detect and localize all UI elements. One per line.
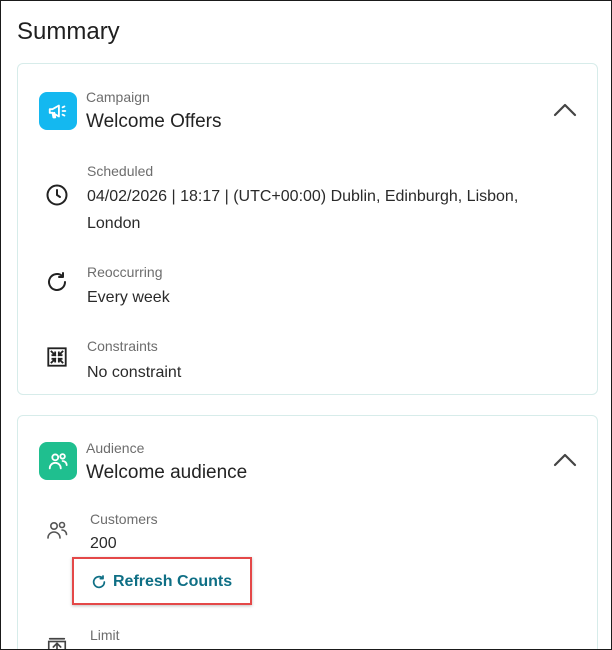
limit-label: Limit: [90, 627, 120, 643]
constraints-label: Constraints: [87, 338, 158, 354]
audience-title: Welcome audience: [86, 462, 248, 483]
page-title: Summary: [17, 18, 120, 45]
reoccurring-value: Every week: [87, 289, 170, 306]
compress-icon: [44, 344, 70, 370]
campaign-kicker: Campaign: [86, 89, 150, 105]
refresh-counts-button[interactable]: Refresh Counts: [91, 573, 232, 591]
scheduled-value: 04/02/2026 | 18:17 | (UTC+00:00) Dublin,…: [87, 188, 519, 232]
customers-icon: [44, 517, 70, 543]
audience-kicker: Audience: [86, 440, 145, 456]
refresh-counts-icon: [92, 575, 106, 589]
collapse-audience-chevron-up-icon[interactable]: [551, 450, 579, 470]
people-icon: [39, 442, 77, 480]
clock-icon: [44, 182, 70, 208]
customers-value: 200: [90, 535, 117, 552]
audience-card: Audience Welcome audience Customers 200 …: [17, 415, 598, 649]
refresh-counts-highlight: Refresh Counts: [72, 557, 252, 605]
campaign-card: Campaign Welcome Offers Scheduled 04/02/…: [17, 63, 598, 395]
customers-label: Customers: [90, 511, 158, 527]
campaign-title: Welcome Offers: [86, 111, 222, 132]
constraints-value: No constraint: [87, 364, 182, 381]
refresh-counts-label: Refresh Counts: [113, 573, 233, 590]
limit-icon: [44, 634, 70, 649]
collapse-campaign-chevron-up-icon[interactable]: [551, 100, 579, 120]
reoccurring-label: Reoccurring: [87, 264, 163, 280]
scheduled-label: Scheduled: [87, 163, 154, 179]
megaphone-icon: [39, 92, 77, 130]
refresh-icon: [44, 269, 70, 295]
summary-panel: Summary Campaign Welcome Offers Schedule…: [0, 0, 612, 650]
